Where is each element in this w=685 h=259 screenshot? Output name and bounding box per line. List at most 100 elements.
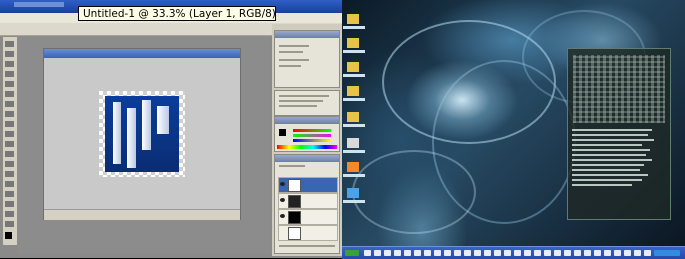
playlist-row[interactable]	[572, 134, 648, 136]
stamp-tool-icon[interactable]	[5, 121, 14, 127]
color-slider[interactable]	[293, 129, 331, 132]
eye-icon[interactable]	[280, 214, 285, 218]
taskbar-icon[interactable]	[374, 250, 381, 256]
move-tool-icon[interactable]	[5, 41, 14, 47]
desktop-icon[interactable]	[347, 14, 359, 24]
taskbar-icon[interactable]	[404, 250, 411, 256]
slice-tool-icon[interactable]	[5, 91, 14, 97]
color-palette[interactable]	[274, 116, 340, 152]
navigator-palette[interactable]	[274, 30, 340, 88]
taskbar-icon[interactable]	[594, 250, 601, 256]
taskbar-icon[interactable]	[574, 250, 581, 256]
blend-mode-select[interactable]	[279, 165, 305, 167]
layers-palette[interactable]	[274, 154, 340, 254]
taskbar-icon[interactable]	[534, 250, 541, 256]
document-window[interactable]	[43, 48, 241, 220]
taskbar-icon[interactable]	[514, 250, 521, 256]
desktop-icon[interactable]	[347, 38, 359, 48]
info-palette[interactable]	[274, 90, 340, 116]
heal-tool-icon[interactable]	[5, 101, 14, 107]
zoom-tool-icon[interactable]	[5, 221, 14, 227]
wand-tool-icon[interactable]	[5, 71, 14, 77]
taskbar-icon[interactable]	[364, 250, 371, 256]
start-button[interactable]	[345, 250, 359, 256]
pen-tool-icon[interactable]	[5, 181, 14, 187]
color-slider[interactable]	[293, 139, 331, 142]
taskbar-icon[interactable]	[494, 250, 501, 256]
lasso-tool-icon[interactable]	[5, 61, 14, 67]
taskbar-icon[interactable]	[424, 250, 431, 256]
taskbar-icon[interactable]	[474, 250, 481, 256]
layer-row[interactable]	[278, 225, 338, 241]
document-canvas[interactable]	[99, 91, 185, 177]
playlist-row[interactable]	[572, 184, 632, 186]
taskbar-icon[interactable]	[624, 250, 631, 256]
taskbar-icon[interactable]	[584, 250, 591, 256]
playlist-row[interactable]	[572, 164, 644, 166]
taskbar-icon[interactable]	[544, 250, 551, 256]
desktop-icon-label	[343, 200, 365, 203]
taskbar-icon[interactable]	[384, 250, 391, 256]
layer-row-selected[interactable]	[278, 177, 338, 193]
playlist-row[interactable]	[572, 144, 642, 146]
foreground-color-swatch[interactable]	[5, 232, 12, 239]
taskbar-icon[interactable]	[464, 250, 471, 256]
desktop-icon[interactable]	[347, 112, 359, 122]
history-brush-icon[interactable]	[5, 131, 14, 137]
playlist-row[interactable]	[572, 159, 652, 161]
taskbar-icon[interactable]	[504, 250, 511, 256]
layer-thumbnail	[288, 211, 301, 224]
taskbar-icon[interactable]	[634, 250, 641, 256]
hand-tool-icon[interactable]	[5, 211, 14, 217]
playlist-row[interactable]	[572, 139, 654, 141]
eye-icon[interactable]	[280, 182, 285, 186]
brush-tool-icon[interactable]	[5, 111, 14, 117]
taskbar-icon[interactable]	[484, 250, 491, 256]
playlist-row[interactable]	[572, 179, 642, 181]
palette-tabs[interactable]	[275, 117, 339, 124]
media-player-window[interactable]	[567, 48, 671, 220]
playlist-row[interactable]	[572, 149, 650, 151]
eraser-tool-icon[interactable]	[5, 141, 14, 147]
desktop-icon[interactable]	[347, 162, 359, 172]
shape-tool-icon[interactable]	[5, 201, 14, 207]
layer-row[interactable]	[278, 193, 338, 209]
taskbar-icon[interactable]	[644, 250, 651, 256]
playlist-row[interactable]	[572, 169, 640, 171]
taskbar-icon[interactable]	[604, 250, 611, 256]
color-ramp[interactable]	[277, 145, 337, 149]
taskbar-icon[interactable]	[444, 250, 451, 256]
playlist-row[interactable]	[572, 174, 648, 176]
taskbar-icon[interactable]	[394, 250, 401, 256]
document-titlebar[interactable]	[44, 49, 240, 58]
palette-tabs[interactable]	[275, 31, 339, 38]
blur-tool-icon[interactable]	[5, 161, 14, 167]
desktop-icon[interactable]	[347, 62, 359, 72]
system-tray[interactable]	[654, 250, 680, 256]
marquee-tool-icon[interactable]	[5, 51, 14, 57]
desktop-icon[interactable]	[347, 86, 359, 96]
playlist-row[interactable]	[572, 129, 652, 131]
taskbar-icon[interactable]	[564, 250, 571, 256]
taskbar-icon[interactable]	[414, 250, 421, 256]
dodge-tool-icon[interactable]	[5, 171, 14, 177]
gradient-tool-icon[interactable]	[5, 151, 14, 157]
taskbar-icon[interactable]	[554, 250, 561, 256]
layer-row[interactable]	[278, 209, 338, 225]
taskbar-icon[interactable]	[524, 250, 531, 256]
palette-row	[279, 51, 303, 53]
taskbar-icon[interactable]	[614, 250, 621, 256]
taskbar-icon[interactable]	[434, 250, 441, 256]
desktop-icon[interactable]	[347, 138, 359, 148]
desktop-icon-label	[343, 174, 365, 177]
palette-tabs[interactable]	[275, 155, 339, 162]
color-slider[interactable]	[293, 134, 331, 137]
eye-icon[interactable]	[280, 198, 285, 202]
layer-thumbnail	[288, 227, 301, 240]
desktop-icon[interactable]	[347, 188, 359, 198]
crop-tool-icon[interactable]	[5, 81, 14, 87]
taskbar-icon[interactable]	[454, 250, 461, 256]
playlist-row[interactable]	[572, 154, 646, 156]
foreground-swatch[interactable]	[279, 129, 286, 136]
type-tool-icon[interactable]	[5, 191, 14, 197]
